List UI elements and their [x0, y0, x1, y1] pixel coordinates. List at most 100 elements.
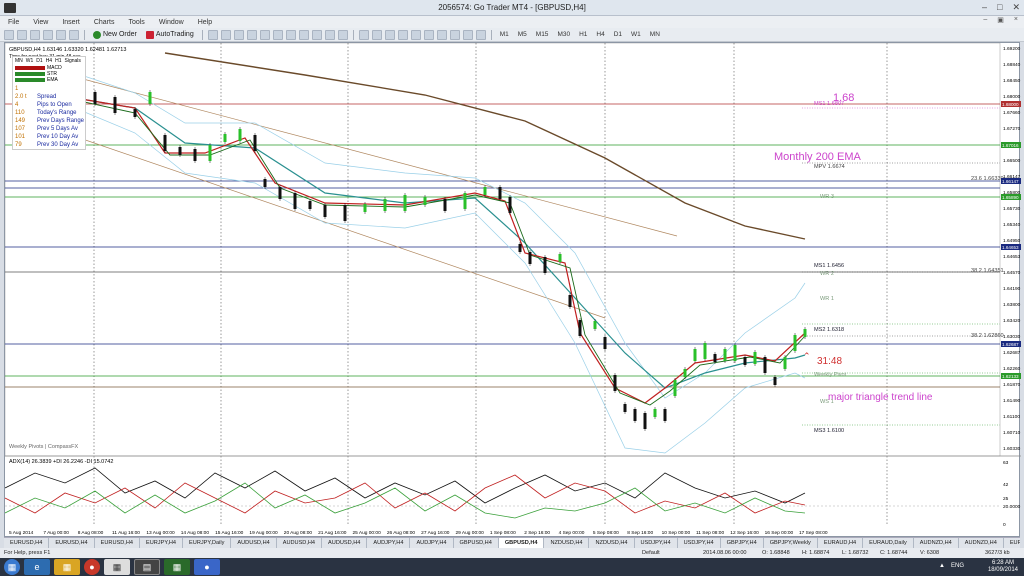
price-chart[interactable]: ⌃ GBPUSD,H4 1.63146 1.63320 1.62481 1.62…	[5, 43, 1021, 538]
chart-tab[interactable]: GBPJPY,H4	[721, 538, 764, 548]
autotrading-button[interactable]: AutoTrading	[142, 29, 197, 40]
chart-tab[interactable]: EURUSD,H4	[49, 538, 95, 548]
candle-body	[753, 352, 757, 364]
fibonacci-icon[interactable]	[436, 29, 447, 40]
indicators-icon[interactable]	[311, 29, 322, 40]
data-window-icon[interactable]	[43, 29, 53, 40]
equidistant-channel-icon[interactable]	[423, 29, 434, 40]
crosshair-icon[interactable]	[371, 29, 382, 40]
autoscroll-icon[interactable]	[285, 29, 296, 40]
chart-tab[interactable]: GBPUSD,H4	[454, 538, 499, 548]
arrows-tool-icon[interactable]	[475, 29, 486, 40]
maximize-button[interactable]: □	[997, 2, 1002, 13]
bar-chart-icon[interactable]	[207, 29, 218, 40]
chart-tab[interactable]: USDJPY,H4	[678, 538, 721, 548]
price-tick: 1.63800	[1003, 302, 1021, 308]
vertical-line-icon[interactable]	[384, 29, 395, 40]
profiles-icon[interactable]	[17, 29, 27, 40]
clock[interactable]: 6:28 AM 18/09/2014	[988, 560, 1018, 574]
menu-file[interactable]: File	[8, 19, 19, 26]
chart-tab[interactable]: AUDUSD,H4	[277, 538, 323, 548]
ie-icon[interactable]: e	[24, 559, 50, 575]
market-watch-icon[interactable]	[30, 29, 40, 40]
tray-icons[interactable]: ▲	[939, 563, 945, 569]
price-tick: 1.67270	[1003, 126, 1021, 132]
minimize-button[interactable]: –	[982, 2, 987, 13]
chrome-icon[interactable]: ●	[84, 559, 100, 575]
zoom-in-icon[interactable]	[246, 29, 257, 40]
tile-windows-icon[interactable]	[272, 29, 283, 40]
close-button[interactable]: ✕	[1012, 2, 1020, 13]
status-profile: Default	[642, 550, 660, 556]
mdi-restore-button[interactable]: ▣	[997, 16, 1004, 24]
chart-tab[interactable]: EURNZD,H4	[1004, 538, 1020, 548]
calculator-icon[interactable]: ▦	[104, 559, 130, 575]
time-tick: 19 Aug 00:00	[249, 530, 278, 536]
chart-tab[interactable]: EURUSD,H4	[4, 538, 50, 548]
timeframe-m15[interactable]: M15	[533, 31, 552, 38]
timeframe-m1[interactable]: M1	[497, 31, 512, 38]
new-chart-icon[interactable]	[4, 29, 14, 40]
chart-tab[interactable]: AUDNZD,H4	[959, 538, 1004, 548]
chart-shift-icon[interactable]	[298, 29, 309, 40]
text-tool-icon[interactable]	[449, 29, 460, 40]
label-tool-icon[interactable]	[462, 29, 473, 40]
app-icon-green[interactable]: ▦	[164, 559, 190, 575]
chart-tab[interactable]: NZDUSD,H4	[589, 538, 635, 548]
cursor-icon[interactable]	[358, 29, 369, 40]
time-tick: 14 Aug 08:00	[181, 530, 210, 536]
menu-help[interactable]: Help	[198, 19, 212, 26]
info-value: 1	[15, 86, 19, 92]
chart-tab[interactable]: AUDUSD,H4	[322, 538, 368, 548]
candle-body	[423, 197, 427, 205]
chart-tab[interactable]: AUDNZD,H4	[914, 538, 959, 548]
menu-charts[interactable]: Charts	[94, 19, 115, 26]
line-chart-icon[interactable]	[233, 29, 244, 40]
mdi-close-button[interactable]: ×	[1014, 16, 1018, 24]
menu-insert[interactable]: Insert	[62, 19, 80, 26]
app-icon-blue[interactable]: ●	[194, 559, 220, 575]
chart-tab[interactable]: AUDJPY,H4	[367, 538, 411, 548]
navigator-icon[interactable]	[56, 29, 66, 40]
chart-tab[interactable]: EURUSD,H4	[95, 538, 140, 548]
info-row: 101 Prev 10 Day Av	[13, 133, 85, 141]
terminal-icon[interactable]	[69, 29, 79, 40]
start-button[interactable]: ▦	[4, 559, 20, 575]
chart-tab[interactable]: GBPJPY,Weekly	[764, 538, 818, 548]
horizontal-line-icon[interactable]	[397, 29, 408, 40]
chart-tab[interactable]: NZDUSD,H4	[544, 538, 590, 548]
zoom-out-icon[interactable]	[259, 29, 270, 40]
new-order-button[interactable]: New Order	[90, 29, 140, 40]
candle-body	[163, 135, 167, 151]
price-tick: 1.64950	[1003, 238, 1021, 244]
chart-tab[interactable]: EURJPY,Daily	[183, 538, 232, 548]
timeframe-h1[interactable]: H1	[576, 31, 590, 38]
explorer-icon[interactable]: ▦	[54, 559, 80, 575]
periods-icon[interactable]	[324, 29, 335, 40]
chart-tab[interactable]: AUDJPY,H4	[410, 538, 454, 548]
chart-tab[interactable]: EURAUD,H4	[818, 538, 864, 548]
mt4-taskbar-icon[interactable]: ▤	[134, 559, 160, 575]
language-indicator[interactable]: ENG	[951, 563, 964, 569]
chart-tab[interactable]: EURJPY,H4	[140, 538, 184, 548]
candlestick-icon[interactable]	[220, 29, 231, 40]
menu-tools[interactable]: Tools	[128, 19, 144, 26]
timeframe-d1[interactable]: D1	[611, 31, 625, 38]
mdi-minimize-button[interactable]: –	[983, 16, 987, 24]
chart-tab[interactable]: EURAUD,Daily	[863, 538, 914, 548]
templates-icon[interactable]	[337, 29, 348, 40]
menu-view[interactable]: View	[33, 19, 48, 26]
timeframe-h4[interactable]: H4	[593, 31, 607, 38]
time-tick: 8 Aug 08:00	[78, 530, 104, 536]
menu-window[interactable]: Window	[159, 19, 184, 26]
timeframe-m5[interactable]: M5	[515, 31, 530, 38]
chart-tab[interactable]: GBPUSD,H4	[498, 538, 545, 548]
timeframe-m30[interactable]: M30	[554, 31, 573, 38]
timeframe-w1[interactable]: W1	[628, 31, 644, 38]
chart-window[interactable]: ⌃ GBPUSD,H4 1.63146 1.63320 1.62481 1.62…	[4, 42, 1021, 538]
candle-body	[653, 409, 657, 417]
chart-tab[interactable]: USDJPY,H4	[635, 538, 678, 548]
timeframe-mn[interactable]: MN	[647, 31, 663, 38]
trendline-icon[interactable]	[410, 29, 421, 40]
chart-tab[interactable]: AUDUSD,H4	[231, 538, 277, 548]
